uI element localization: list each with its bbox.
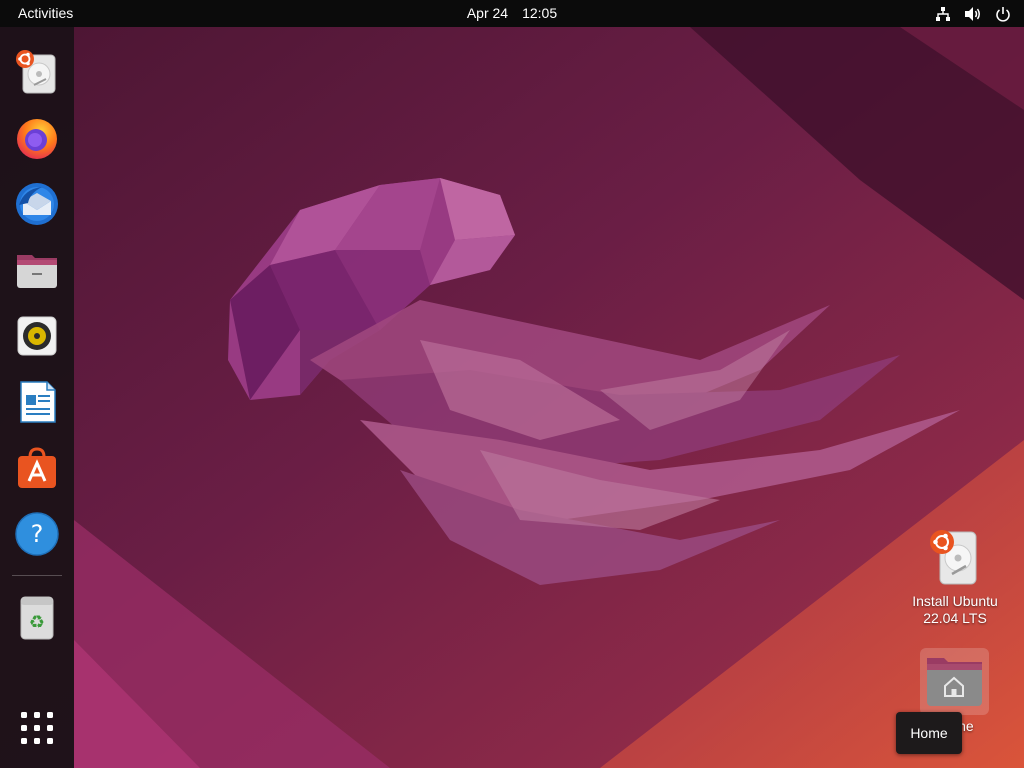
trash-icon: ♻ [20, 596, 54, 640]
install-ubuntu-icon [930, 530, 977, 585]
desktop-icon-home[interactable] [920, 648, 989, 715]
dock-item-firefox[interactable] [12, 113, 62, 163]
libreoffice-writer-icon [20, 381, 56, 423]
volume-icon[interactable] [964, 5, 982, 23]
dock-item-libreoffice-writer[interactable] [12, 377, 62, 427]
thunderbird-icon [16, 183, 58, 225]
system-tray[interactable] [934, 0, 1012, 27]
dock-item-trash[interactable]: ♻ [12, 593, 62, 643]
rhythmbox-icon [17, 316, 57, 356]
svg-text:?: ? [31, 520, 44, 548]
power-icon[interactable] [994, 5, 1012, 23]
clock-time[interactable]: 12:05 [518, 5, 561, 21]
dock-item-rhythmbox[interactable] [12, 311, 62, 361]
activities-button[interactable]: Activities [10, 0, 81, 27]
home-folder-icon [927, 658, 982, 706]
install-ubuntu-label-line2: 22.04 LTS [923, 610, 987, 626]
top-bar: Activities Apr 24 12:05 [0, 0, 1024, 27]
install-ubuntu-label-line1: Install Ubuntu [912, 593, 998, 609]
dock: ? ♻ [0, 27, 74, 768]
home-tooltip: Home [896, 712, 962, 754]
dock-item-help[interactable]: ? [12, 509, 62, 559]
network-icon[interactable] [934, 5, 952, 23]
help-icon: ? [15, 512, 59, 556]
clock[interactable]: Apr 24 12:05 [0, 0, 1024, 27]
dock-item-files[interactable] [12, 245, 62, 295]
desktop-icon-install-ubuntu[interactable]: Install Ubuntu 22.04 LTS [900, 528, 1010, 627]
dock-item-show-apps[interactable] [12, 703, 62, 753]
dock-item-ubuntu-software[interactable] [12, 443, 62, 493]
desktop-screen: Activities Apr 24 12:05 ? ♻ Install Ubun… [0, 0, 1024, 768]
show-apps-icon [21, 712, 53, 744]
dock-item-install-ubuntu[interactable] [12, 47, 62, 97]
files-icon [17, 255, 57, 288]
clock-date[interactable]: Apr 24 [463, 5, 512, 21]
ubuntu-software-icon [18, 447, 56, 488]
install-ubuntu-icon [16, 50, 56, 94]
wallpaper [0, 0, 1024, 768]
svg-text:♻: ♻ [29, 612, 45, 633]
firefox-icon [17, 119, 57, 159]
dock-separator [12, 575, 62, 576]
dock-item-thunderbird[interactable] [12, 179, 62, 229]
